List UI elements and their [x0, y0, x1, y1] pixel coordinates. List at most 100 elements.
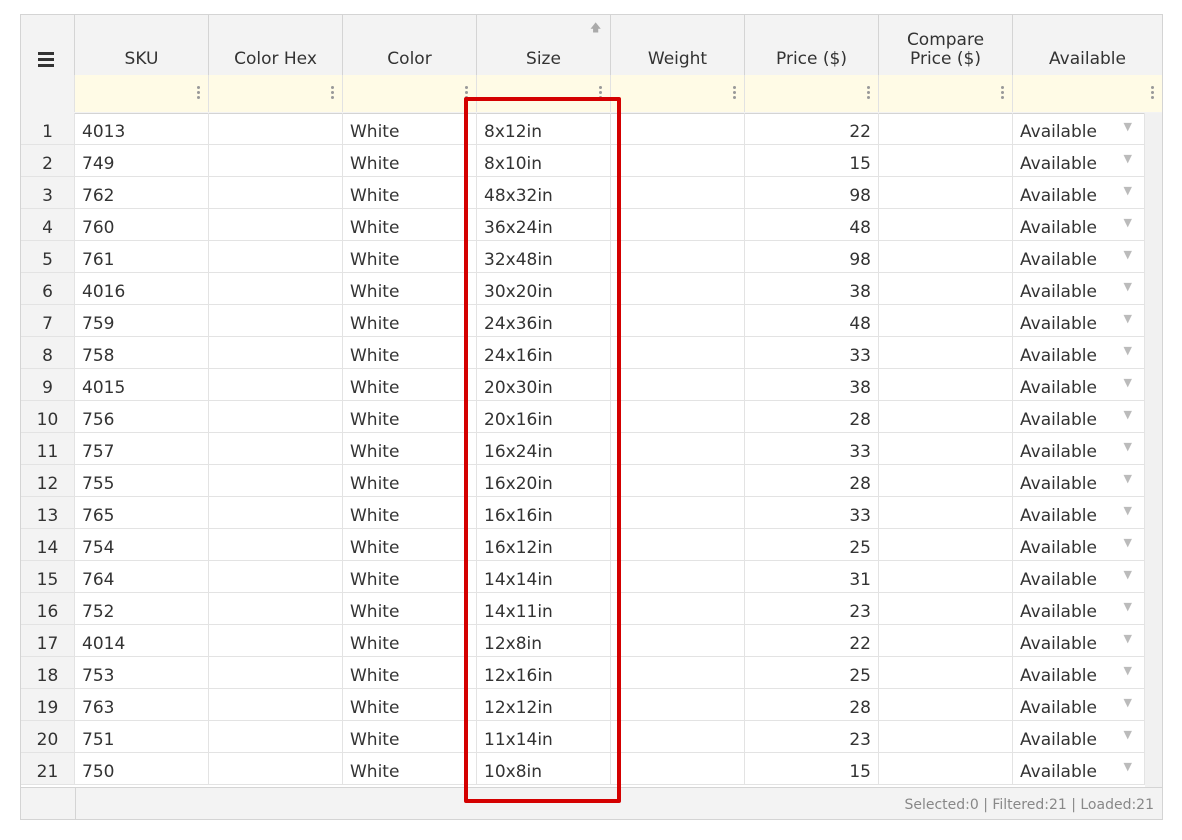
cell-available[interactable]: Available ▼ [1013, 753, 1145, 784]
cell-weight[interactable] [611, 337, 745, 368]
cell-color-hex[interactable] [209, 721, 343, 752]
filter-weight[interactable] [611, 75, 745, 112]
table-row[interactable]: 13 765 White 16x16in 33 Available ▼ [21, 497, 1162, 529]
cell-compare-price[interactable] [879, 305, 1013, 336]
table-row[interactable]: 12 755 White 16x20in 28 Available ▼ [21, 465, 1162, 497]
cell-color[interactable]: White [343, 401, 477, 432]
filter-available[interactable] [1013, 75, 1162, 112]
cell-price[interactable]: 33 [745, 337, 879, 368]
cell-size[interactable]: 20x16in [477, 401, 611, 432]
triangle-down-icon[interactable]: ▼ [1124, 121, 1132, 132]
cell-color-hex[interactable] [209, 145, 343, 176]
cell-color-hex[interactable] [209, 465, 343, 496]
cell-color-hex[interactable] [209, 209, 343, 240]
header-menu-cell[interactable] [21, 15, 75, 75]
table-row[interactable]: 6 4016 White 30x20in 38 Available ▼ [21, 273, 1162, 305]
cell-weight[interactable] [611, 177, 745, 208]
triangle-down-icon[interactable]: ▼ [1124, 409, 1132, 420]
cell-available[interactable]: Available ▼ [1013, 625, 1145, 656]
cell-size[interactable]: 24x16in [477, 337, 611, 368]
cell-color-hex[interactable] [209, 113, 343, 144]
column-header-available[interactable]: Available [1013, 15, 1162, 75]
cell-color[interactable]: White [343, 113, 477, 144]
cell-price[interactable]: 28 [745, 401, 879, 432]
filter-compare-price[interactable] [879, 75, 1013, 112]
cell-color[interactable]: White [343, 209, 477, 240]
triangle-down-icon[interactable]: ▼ [1124, 153, 1132, 164]
cell-available[interactable]: Available ▼ [1013, 305, 1145, 336]
cell-available[interactable]: Available ▼ [1013, 273, 1145, 304]
cell-weight[interactable] [611, 561, 745, 592]
cell-price[interactable]: 23 [745, 721, 879, 752]
cell-size[interactable]: 14x14in [477, 561, 611, 592]
cell-color[interactable]: White [343, 593, 477, 624]
cell-size[interactable]: 30x20in [477, 273, 611, 304]
cell-color[interactable]: White [343, 177, 477, 208]
cell-price[interactable]: 38 [745, 369, 879, 400]
vertical-dots-icon[interactable] [465, 86, 468, 101]
table-row[interactable]: 18 753 White 12x16in 25 Available ▼ [21, 657, 1162, 689]
table-row[interactable]: 8 758 White 24x16in 33 Available ▼ [21, 337, 1162, 369]
cell-available[interactable]: Available ▼ [1013, 145, 1145, 176]
cell-price[interactable]: 15 [745, 145, 879, 176]
vertical-dots-icon[interactable] [1151, 86, 1154, 101]
triangle-down-icon[interactable]: ▼ [1124, 505, 1132, 516]
cell-color[interactable]: White [343, 753, 477, 784]
table-row[interactable]: 17 4014 White 12x8in 22 Available ▼ [21, 625, 1162, 657]
cell-color[interactable]: White [343, 689, 477, 720]
cell-price[interactable]: 23 [745, 593, 879, 624]
cell-available[interactable]: Available ▼ [1013, 337, 1145, 368]
vertical-dots-icon[interactable] [599, 86, 602, 101]
vertical-dots-icon[interactable] [197, 86, 200, 101]
table-row[interactable]: 21 750 White 10x8in 15 Available ▼ [21, 753, 1162, 785]
cell-price[interactable]: 48 [745, 305, 879, 336]
cell-price[interactable]: 98 [745, 241, 879, 272]
cell-weight[interactable] [611, 305, 745, 336]
triangle-down-icon[interactable]: ▼ [1124, 313, 1132, 324]
cell-available[interactable]: Available ▼ [1013, 721, 1145, 752]
cell-color[interactable]: White [343, 337, 477, 368]
cell-color[interactable]: White [343, 369, 477, 400]
column-header-color-hex[interactable]: Color Hex [209, 15, 343, 75]
cell-price[interactable]: 25 [745, 657, 879, 688]
filter-sku[interactable] [75, 75, 209, 112]
cell-available[interactable]: Available ▼ [1013, 689, 1145, 720]
cell-compare-price[interactable] [879, 113, 1013, 144]
cell-color[interactable]: White [343, 497, 477, 528]
triangle-down-icon[interactable]: ▼ [1124, 473, 1132, 484]
triangle-down-icon[interactable]: ▼ [1124, 185, 1132, 196]
cell-color-hex[interactable] [209, 753, 343, 784]
cell-size[interactable]: 16x12in [477, 529, 611, 560]
cell-size[interactable]: 8x12in [477, 113, 611, 144]
cell-compare-price[interactable] [879, 465, 1013, 496]
cell-size[interactable]: 48x32in [477, 177, 611, 208]
cell-available[interactable]: Available ▼ [1013, 593, 1145, 624]
cell-weight[interactable] [611, 593, 745, 624]
cell-available[interactable]: Available ▼ [1013, 465, 1145, 496]
cell-sku[interactable]: 757 [75, 433, 209, 464]
cell-compare-price[interactable] [879, 593, 1013, 624]
cell-price[interactable]: 98 [745, 177, 879, 208]
cell-sku[interactable]: 758 [75, 337, 209, 368]
cell-weight[interactable] [611, 145, 745, 176]
cell-price[interactable]: 15 [745, 753, 879, 784]
cell-compare-price[interactable] [879, 145, 1013, 176]
cell-price[interactable]: 33 [745, 433, 879, 464]
cell-size[interactable]: 10x8in [477, 753, 611, 784]
cell-compare-price[interactable] [879, 369, 1013, 400]
cell-color-hex[interactable] [209, 241, 343, 272]
cell-compare-price[interactable] [879, 433, 1013, 464]
cell-weight[interactable] [611, 209, 745, 240]
table-row[interactable]: 14 754 White 16x12in 25 Available ▼ [21, 529, 1162, 561]
cell-color[interactable]: White [343, 273, 477, 304]
table-row[interactable]: 1 4013 White 8x12in 22 Available ▼ [21, 113, 1162, 145]
cell-color-hex[interactable] [209, 369, 343, 400]
cell-weight[interactable] [611, 657, 745, 688]
table-row[interactable]: 19 763 White 12x12in 28 Available ▼ [21, 689, 1162, 721]
triangle-down-icon[interactable]: ▼ [1124, 633, 1132, 644]
cell-sku[interactable]: 4014 [75, 625, 209, 656]
cell-color[interactable]: White [343, 529, 477, 560]
cell-size[interactable]: 20x30in [477, 369, 611, 400]
cell-sku[interactable]: 763 [75, 689, 209, 720]
cell-size[interactable]: 32x48in [477, 241, 611, 272]
